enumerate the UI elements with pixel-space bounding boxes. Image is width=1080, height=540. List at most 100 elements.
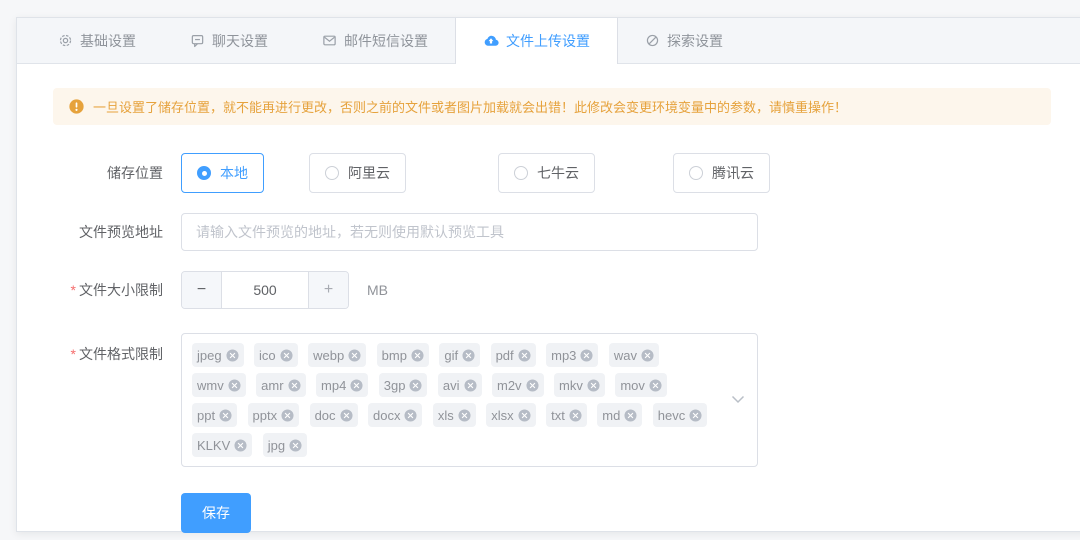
tag-close-icon[interactable] <box>228 378 241 392</box>
settings-card: 基础设置 聊天设置 邮件短信设置 文件上传设置 探索设置 一旦设置了储存位置，就… <box>16 17 1080 533</box>
tag-close-icon[interactable] <box>281 408 294 422</box>
format-tag-label: amr <box>261 377 284 393</box>
format-tag: KLKV <box>192 433 253 457</box>
format-tag-label: xls <box>437 407 454 423</box>
format-tag-label: doc <box>314 407 336 423</box>
tag-close-icon[interactable] <box>280 348 293 362</box>
tab-label: 探索设置 <box>667 32 723 49</box>
radio-unchecked-icon <box>514 166 528 180</box>
file-format-label: * 文件格式限制 <box>70 346 163 362</box>
decrease-button[interactable]: − <box>182 272 222 308</box>
storage-option-tencent[interactable]: 腾讯云 <box>673 153 770 193</box>
format-tag: jpeg <box>192 343 244 367</box>
file-size-row: * 文件大小限制 − 500 + MB <box>53 271 1051 309</box>
tab-chat-settings[interactable]: 聊天设置 <box>163 18 295 63</box>
format-tag: ico <box>254 343 298 367</box>
storage-option-local[interactable]: 本地 <box>181 153 264 193</box>
chat-icon <box>191 35 204 48</box>
format-tag: amr <box>256 373 306 397</box>
storage-location-label: 储存位置 <box>107 165 163 181</box>
tab-file-upload-settings[interactable]: 文件上传设置 <box>455 18 618 64</box>
format-tag-label: ico <box>259 347 276 363</box>
tag-close-icon[interactable] <box>587 378 600 392</box>
tag-close-icon[interactable] <box>409 378 423 392</box>
format-tag: wmv <box>192 373 246 397</box>
format-tag-label: md <box>602 407 621 423</box>
format-tag-label: pdf <box>495 347 514 363</box>
file-size-value[interactable]: 500 <box>222 272 308 308</box>
format-tag-label: webp <box>313 347 345 363</box>
warning-text: 一旦设置了储存位置，就不能再进行更改，否则之前的文件或者图片加载就会出错！此修改… <box>93 100 848 115</box>
format-tag-label: mp3 <box>551 347 577 363</box>
tag-close-icon[interactable] <box>526 378 539 392</box>
tag-close-icon[interactable] <box>569 408 582 422</box>
tag-close-icon[interactable] <box>411 348 424 362</box>
format-tag: m2v <box>492 373 544 397</box>
required-marker: * <box>70 282 76 298</box>
format-tag-label: 3gp <box>383 377 406 393</box>
tag-close-icon[interactable] <box>350 378 363 392</box>
compass-icon <box>646 34 659 47</box>
format-tag-label: m2v <box>497 377 522 393</box>
format-tag: mp4 <box>316 373 369 397</box>
format-tag-label: KLKV <box>197 437 231 453</box>
radio-unchecked-icon <box>325 166 339 180</box>
format-tag: mov <box>615 373 667 397</box>
tag-close-icon[interactable] <box>458 408 471 422</box>
tab-explore-settings[interactable]: 探索设置 <box>618 18 750 63</box>
tag-close-icon[interactable] <box>339 408 353 422</box>
tag-close-icon[interactable] <box>624 408 637 422</box>
radio-label: 本地 <box>220 165 248 181</box>
format-tag-label: gif <box>444 347 459 363</box>
mail-icon <box>323 35 336 46</box>
format-tag: ppt <box>192 403 238 427</box>
format-tag-label: jpg <box>267 437 286 453</box>
tab-mail-sms-settings[interactable]: 邮件短信设置 <box>295 18 455 63</box>
format-tag: xlsx <box>486 403 536 427</box>
tag-close-icon[interactable] <box>580 348 593 362</box>
tag-close-icon[interactable] <box>289 438 302 452</box>
file-size-unit: MB <box>367 282 388 298</box>
format-tag-label: pptx <box>252 407 278 423</box>
tag-close-icon[interactable] <box>219 408 232 422</box>
storage-option-qiniu[interactable]: 七牛云 <box>498 153 595 193</box>
tag-close-icon[interactable] <box>288 378 301 392</box>
tag-close-icon[interactable] <box>649 378 662 392</box>
storage-option-aliyun[interactable]: 阿里云 <box>309 153 406 193</box>
tag-close-icon[interactable] <box>404 408 417 422</box>
format-tag: txt <box>546 403 587 427</box>
format-tag: webp <box>308 343 367 367</box>
chevron-down-icon[interactable] <box>731 391 745 409</box>
tag-close-icon[interactable] <box>518 348 531 362</box>
tab-label: 基础设置 <box>80 32 136 49</box>
radio-label: 腾讯云 <box>712 165 754 181</box>
file-format-input[interactable]: jpeg ico webp bmp gif pdf mp3 wav wmv am… <box>181 333 758 467</box>
tag-close-icon[interactable] <box>464 378 477 392</box>
tag-close-icon[interactable] <box>518 408 531 422</box>
save-button[interactable]: 保存 <box>181 493 251 533</box>
preview-address-input[interactable] <box>181 213 758 251</box>
format-tag: mp3 <box>546 343 599 367</box>
format-tag-label: ppt <box>197 407 216 423</box>
radio-unchecked-icon <box>689 166 703 180</box>
tab-basic-settings[interactable]: 基础设置 <box>31 18 163 63</box>
tag-close-icon[interactable] <box>462 348 475 362</box>
format-tag: pptx <box>247 403 300 427</box>
radio-label: 阿里云 <box>348 165 390 181</box>
tab-label: 文件上传设置 <box>506 33 590 49</box>
required-marker: * <box>70 346 76 362</box>
format-tag-label: txt <box>551 407 565 423</box>
tag-close-icon[interactable] <box>348 348 361 362</box>
tag-close-icon[interactable] <box>641 348 654 362</box>
file-format-row: * 文件格式限制 jpeg ico webp bmp gif pdf mp3 w… <box>53 333 1051 467</box>
tag-close-icon[interactable] <box>234 438 247 452</box>
storage-location-row: 储存位置 本地 阿里云 七牛云 腾讯云 <box>53 153 1051 193</box>
format-tag-label: mkv <box>559 377 583 393</box>
tab-bar: 基础设置 聊天设置 邮件短信设置 文件上传设置 探索设置 <box>17 18 1080 64</box>
tag-close-icon[interactable] <box>226 348 239 362</box>
increase-button[interactable]: + <box>308 272 348 308</box>
format-tag: xls <box>432 403 476 427</box>
tag-close-icon[interactable] <box>689 408 702 422</box>
format-tag-label: wav <box>613 347 637 363</box>
radio-label: 七牛云 <box>537 165 579 181</box>
